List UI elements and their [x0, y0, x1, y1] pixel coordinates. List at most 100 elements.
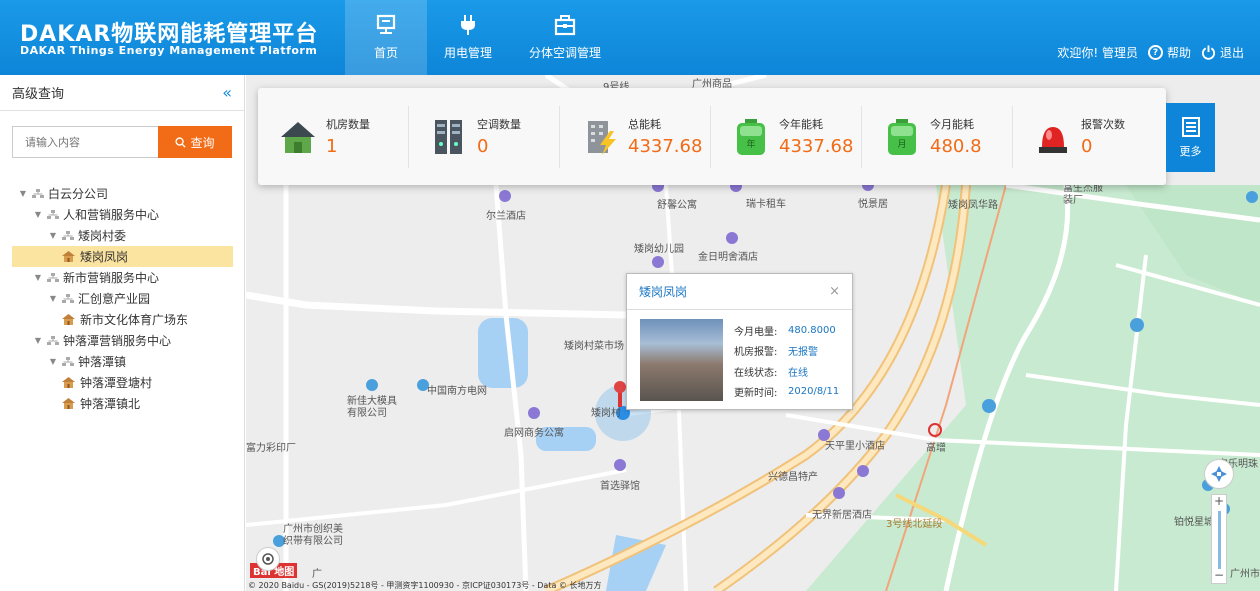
org-icon	[47, 209, 59, 219]
siren-icon	[1039, 126, 1067, 153]
tree-node-label: 汇创意产业园	[78, 292, 151, 306]
popup-row: 更新时间: 2020/8/11	[734, 382, 839, 403]
map-label: 金日明舍酒店	[698, 252, 758, 263]
popup-key: 机房报警:	[734, 347, 778, 359]
org-icon	[62, 356, 74, 366]
popup-row: 机房报警: 无报警	[734, 341, 839, 362]
stats-panel: 机房数量 1 空调数量 0 总能耗 4337.68 年 今年能耗 4337.68 月 今…	[258, 88, 1166, 185]
map-label: 尔兰酒店	[486, 211, 526, 222]
expand-arrow-icon[interactable]: ▼	[48, 231, 58, 240]
app-subtitle: DAKAR Things Energy Management Platform	[20, 44, 318, 57]
search-icon	[175, 136, 187, 148]
popup-row: 今月电量: 480.8000	[734, 320, 839, 341]
org-tree: ▼ 白云分公司 ▼ 人和营销服务中心 ▼ 矮岗村委 矮岗凤岗 ▼ 新市营销服务中心 ▼ 汇创意产业园…	[0, 183, 245, 414]
popup-title: 矮岗凤岗	[639, 285, 688, 299]
stat-label: 报警次数	[1081, 118, 1125, 131]
zoom-control: + −	[1211, 494, 1227, 584]
expand-arrow-icon[interactable]: ▼	[33, 210, 43, 219]
more-button-label: 更多	[1179, 144, 1202, 158]
tree-node[interactable]: ▼ 钟落潭营销服务中心	[0, 330, 245, 351]
tree-node-label: 人和营销服务中心	[63, 208, 160, 222]
popup-key: 更新时间:	[734, 388, 778, 400]
svg-text:月: 月	[897, 139, 906, 150]
stat-value: 0	[477, 136, 489, 157]
search-input[interactable]	[12, 126, 158, 158]
zoom-slider[interactable]	[1218, 511, 1221, 569]
battery-year-icon: 年	[737, 118, 765, 155]
tree-node[interactable]: ▼ 矮岗村委	[0, 225, 245, 246]
nav-power[interactable]: 用电管理	[427, 0, 509, 75]
zoom-in-button[interactable]: +	[1212, 495, 1226, 509]
map-label: 新佳大模具有限公司	[347, 396, 397, 419]
nav-ac[interactable]: 分体空调管理	[509, 0, 621, 75]
tree-node-label: 矮岗凤岗	[80, 250, 129, 264]
map-label: 中国南方电网	[427, 386, 487, 397]
tree-node[interactable]: 钟落潭镇北	[0, 393, 245, 414]
building-lightning-icon	[588, 120, 616, 155]
tree-node[interactable]: ▼ 新市营销服务中心	[0, 267, 245, 288]
home-icon	[62, 377, 75, 388]
map-label: 兴德昌特产	[768, 472, 818, 483]
expand-arrow-icon[interactable]: ▼	[18, 189, 28, 198]
tree-node[interactable]: 钟落潭登塘村	[0, 372, 245, 393]
site-info-popup: 矮岗凤岗 × 今月电量: 480.8000 机房报警: 无报警 在线状态: 在线 更新…	[626, 273, 853, 410]
monitor-icon	[376, 14, 396, 34]
zoom-out-button[interactable]: −	[1212, 569, 1226, 583]
sidebar: 高级查询 « 查询 ▼ 白云分公司 ▼ 人和营销服务中心 ▼ 矮岗村委矮岗凤岗 ▼ 新市营销服…	[0, 75, 245, 591]
expand-arrow-icon[interactable]: ▼	[33, 336, 43, 345]
tree-node[interactable]: ▼ 人和营销服务中心	[0, 204, 245, 225]
map-label: 3号线北延段	[886, 519, 943, 530]
stat-month-energy: 月 今月能耗 480.8	[862, 105, 1013, 168]
expand-arrow-icon[interactable]: ▼	[33, 273, 43, 282]
popup-row: 在线状态: 在线	[734, 361, 839, 382]
power-icon	[1201, 45, 1216, 60]
org-icon	[62, 293, 74, 303]
collapse-icon[interactable]: «	[222, 83, 232, 102]
map-copyright: © 2020 Baidu - GS(2019)5218号 - 甲测资字11009…	[248, 581, 602, 590]
tree-node-label: 白云分公司	[48, 187, 109, 201]
popup-value: 2020/8/11	[788, 386, 840, 398]
stat-value: 4337.68	[779, 136, 854, 157]
popup-key: 在线状态:	[734, 367, 778, 379]
map-label: 瑞卡租车	[746, 199, 786, 210]
logout-label: 退出	[1219, 46, 1244, 60]
tree-node-label: 钟落潭营销服务中心	[63, 334, 172, 348]
map-label: 矮岗村	[591, 408, 621, 419]
stat-ac-count: 空调数量 0	[409, 105, 560, 168]
tree-node[interactable]: ▼ 汇创意产业园	[0, 288, 245, 309]
map-label: 铂悦星城	[1174, 517, 1214, 528]
nav-home[interactable]: 首页	[345, 0, 427, 75]
more-button[interactable]: 更多	[1166, 103, 1215, 172]
nav-power-label: 用电管理	[443, 46, 492, 60]
map-label: 启网商务公寓	[504, 428, 564, 439]
tree-node[interactable]: ▼ 钟落潭镇	[0, 351, 245, 372]
map-label: 广	[312, 569, 322, 580]
search-button[interactable]: 查询	[158, 126, 232, 158]
tree-node-label: 钟落潭登塘村	[80, 376, 153, 390]
plug-icon	[461, 15, 475, 35]
tree-node[interactable]: 矮岗凤岗	[12, 246, 233, 267]
logout-link[interactable]: 退出	[1201, 44, 1244, 61]
map-label: 富生杰服装厂	[1063, 183, 1103, 206]
help-link[interactable]: ? 帮助	[1147, 44, 1191, 61]
popup-value: 无报警	[788, 347, 818, 359]
close-icon[interactable]: ×	[829, 284, 840, 299]
pan-control[interactable]	[1204, 459, 1234, 489]
org-icon	[47, 272, 59, 282]
map-label: 矮岗凤华路	[948, 200, 998, 211]
stat-value: 4337.68	[628, 136, 703, 157]
question-icon: ?	[1147, 45, 1163, 60]
expand-arrow-icon[interactable]: ▼	[48, 357, 58, 366]
expand-arrow-icon[interactable]: ▼	[48, 294, 58, 303]
stat-room-count: 机房数量 1	[258, 105, 409, 168]
home-icon	[62, 314, 75, 325]
tree-node[interactable]: 新市文化体育广场东	[0, 309, 245, 330]
map-label: 矮岗村菜市场	[564, 341, 624, 352]
locate-button[interactable]	[256, 547, 280, 571]
stat-label: 今月能耗	[930, 118, 974, 131]
tree-node[interactable]: ▼ 白云分公司	[0, 183, 245, 204]
map-label: 广州市创织美织带有限公司	[283, 524, 343, 547]
app-header: DAKAR物联网能耗管理平台 DAKAR Things Energy Manag…	[0, 0, 1260, 75]
popup-header: 矮岗凤岗 ×	[627, 274, 852, 310]
org-icon	[62, 230, 74, 240]
